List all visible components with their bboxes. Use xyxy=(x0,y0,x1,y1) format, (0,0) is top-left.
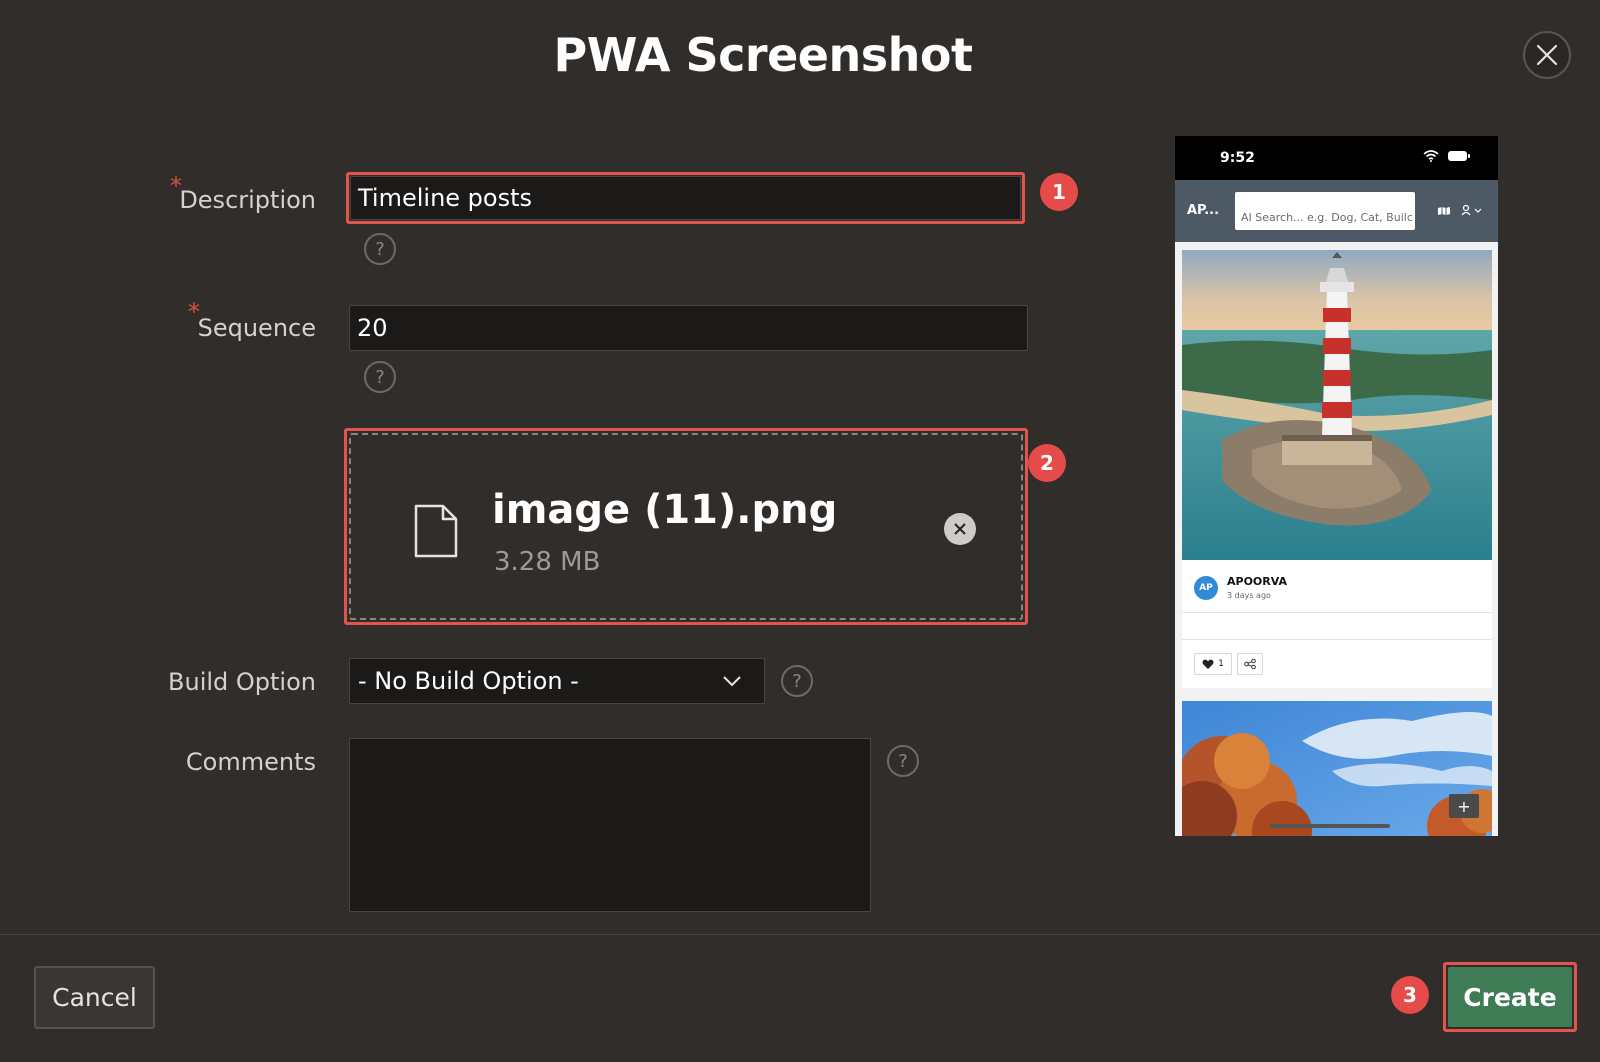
comments-help-icon[interactable]: ? xyxy=(887,745,919,777)
sequence-input[interactable]: 20 xyxy=(349,305,1028,351)
preview-search-input: AI Search... e.g. Dog, Cat, Builc xyxy=(1235,192,1415,230)
preview-like-count: 1 xyxy=(1218,659,1224,669)
preview-home-indicator xyxy=(1270,824,1390,828)
close-icon xyxy=(1536,44,1558,66)
user-icon xyxy=(1461,204,1482,216)
cancel-button[interactable]: Cancel xyxy=(34,966,155,1029)
file-name: image (11).png xyxy=(492,487,838,533)
close-button[interactable] xyxy=(1523,31,1571,79)
step-marker-1: 1 xyxy=(1040,173,1078,211)
lighthouse-photo xyxy=(1182,250,1492,560)
build-option-select[interactable]: - No Build Option - xyxy=(349,658,765,704)
build-option-selected: - No Build Option - xyxy=(358,667,579,695)
preview-share-button xyxy=(1237,653,1263,675)
remove-file-icon xyxy=(954,523,966,535)
map-icon xyxy=(1438,207,1450,215)
preview-status-bar: 9:52 xyxy=(1175,136,1498,180)
build-option-help-icon[interactable]: ? xyxy=(781,665,813,697)
preview-app-title: AP... xyxy=(1187,203,1220,218)
sequence-help-icon[interactable]: ? xyxy=(364,361,396,393)
file-size: 3.28 MB xyxy=(494,547,601,577)
preview-like-button: 1 xyxy=(1194,653,1232,675)
chevron-down-icon xyxy=(723,676,741,687)
preview-avatar: AP xyxy=(1194,576,1218,600)
step-marker-3: 3 xyxy=(1391,976,1429,1014)
description-input[interactable]: Timeline posts xyxy=(350,176,1021,220)
footer-divider xyxy=(0,934,1600,935)
preview-post-time: 3 days ago xyxy=(1227,591,1271,600)
preview-post-card: AP APOORVA 3 days ago 1 xyxy=(1182,250,1492,688)
screenshot-preview: 9:52 AP... AI Search... e.g. Dog, Cat, B… xyxy=(1175,136,1498,836)
description-help-icon[interactable]: ? xyxy=(364,233,396,265)
sequence-label: Sequence xyxy=(197,314,316,342)
pwa-screenshot-dialog: PWA Screenshot * Description Timeline po… xyxy=(0,0,1600,1062)
dialog-title: PWA Screenshot xyxy=(553,28,973,82)
preview-post-user: APOORVA xyxy=(1227,575,1288,588)
description-label: Description xyxy=(179,186,316,214)
build-option-label: Build Option xyxy=(168,668,316,696)
wifi-icon xyxy=(1423,150,1439,162)
comments-label: Comments xyxy=(185,748,316,776)
share-icon xyxy=(1244,659,1256,669)
preview-app-header: AP... AI Search... e.g. Dog, Cat, Builc xyxy=(1175,180,1498,242)
autumn-tree-photo xyxy=(1182,701,1492,836)
battery-icon xyxy=(1448,151,1470,161)
preview-divider xyxy=(1182,639,1492,640)
remove-file-button[interactable] xyxy=(944,513,976,545)
heart-icon xyxy=(1202,659,1214,669)
file-dropzone[interactable]: image (11).png 3.28 MB xyxy=(349,433,1023,620)
create-button[interactable]: Create xyxy=(1448,967,1572,1027)
preview-status-time: 9:52 xyxy=(1220,150,1255,166)
preview-divider xyxy=(1182,612,1492,613)
step-marker-2: 2 xyxy=(1028,444,1066,482)
file-icon xyxy=(414,504,458,558)
comments-textarea[interactable] xyxy=(349,738,871,912)
preview-add-button: + xyxy=(1449,794,1479,818)
